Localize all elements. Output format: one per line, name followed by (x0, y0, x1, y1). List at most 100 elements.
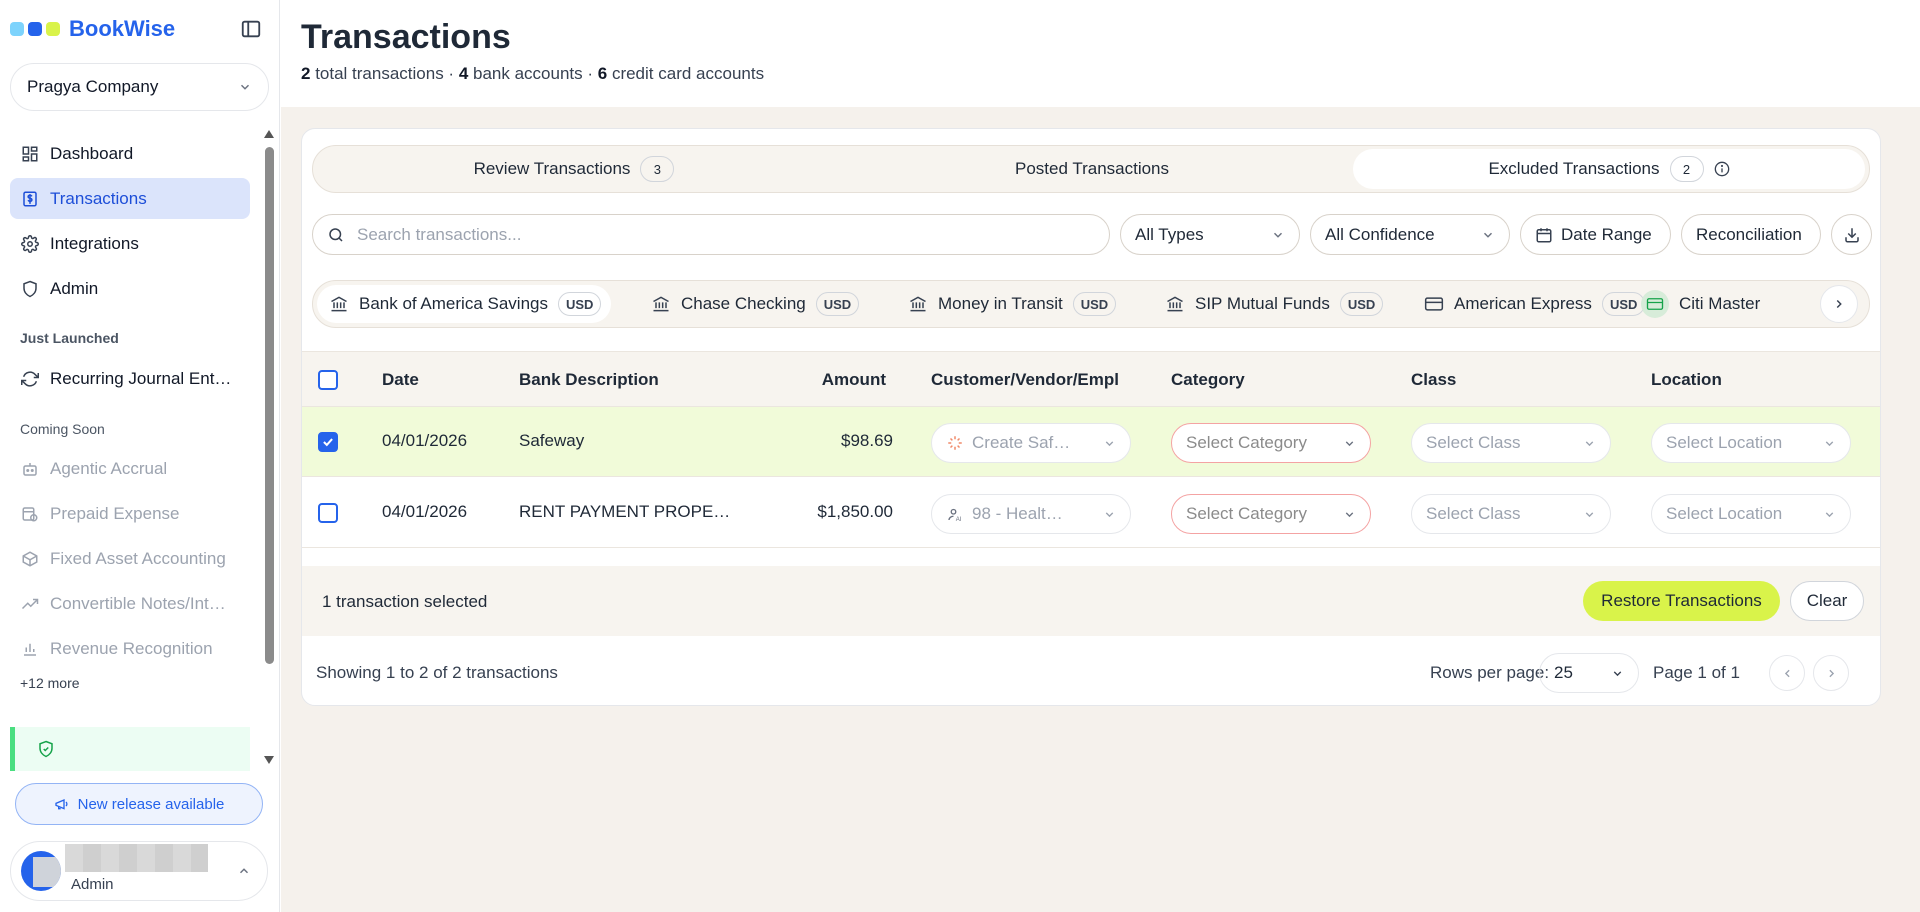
type-filter-select[interactable]: All Types (1120, 214, 1300, 255)
chevron-down-icon (1271, 228, 1285, 242)
credit-card-icon (1424, 294, 1444, 314)
rows-per-page-select[interactable]: 25 (1539, 653, 1639, 693)
type-filter-value: All Types (1135, 224, 1204, 244)
select-all-checkbox[interactable] (318, 370, 338, 390)
download-button[interactable] (1831, 214, 1872, 255)
gear-icon (20, 234, 40, 254)
trend-up-icon (20, 594, 40, 614)
currency-badge: USD (815, 292, 860, 316)
credit-card-icon (1641, 290, 1669, 318)
search-placeholder: Search transactions... (357, 224, 522, 244)
class-select[interactable]: Select Class (1411, 494, 1611, 534)
previous-page-button[interactable] (1769, 655, 1805, 691)
more-features-link[interactable]: +12 more (20, 675, 80, 691)
sidebar-item-recurring-journal[interactable]: Recurring Journal Ent… (10, 358, 250, 399)
sidebar-item-dashboard[interactable]: Dashboard (10, 133, 250, 174)
date-range-button[interactable]: Date Range (1520, 214, 1671, 255)
bar-chart-icon (20, 639, 40, 659)
category-select[interactable]: Select Category (1171, 494, 1371, 534)
rows-per-page-value: 25 (1554, 663, 1573, 682)
sidebar-item-integrations[interactable]: Integrations (10, 223, 250, 264)
confidence-filter-select[interactable]: All Confidence (1310, 214, 1510, 255)
account-tab-chase-checking[interactable]: Chase Checking USD (639, 285, 869, 323)
column-header-amount[interactable]: Amount (786, 370, 886, 390)
column-header-vendor[interactable]: Customer/Vendor/Empl (931, 370, 1125, 390)
row-checkbox[interactable] (318, 432, 338, 452)
page-title: Transactions (301, 18, 511, 56)
sidebar-toggle-icon[interactable] (240, 18, 264, 42)
account-tab-boa-savings[interactable]: Bank of America Savings USD (317, 285, 612, 323)
account-name: SIP Mutual Funds (1195, 294, 1330, 313)
column-header-category[interactable]: Category (1171, 370, 1245, 390)
bulk-action-bar: 1 transaction selected Restore Transacti… (302, 566, 1880, 636)
user-menu[interactable]: Admin (10, 841, 268, 901)
row-date: 04/01/2026 (382, 502, 468, 521)
chevron-down-icon (1343, 508, 1356, 521)
scroll-down-arrow[interactable] (264, 756, 274, 764)
sidebar-item-label: Integrations (50, 233, 139, 253)
account-tab-citi-master[interactable]: Citi Master (1629, 285, 1770, 323)
reconciliation-label: Reconciliation (1696, 224, 1802, 244)
location-select[interactable]: Select Location (1651, 423, 1851, 463)
app-logo[interactable]: BookWise (10, 14, 175, 44)
vendor-select[interactable]: AI 98 - Healt… (931, 494, 1131, 534)
chevron-down-icon (1823, 508, 1836, 521)
account-tab-sip-mutual-funds[interactable]: SIP Mutual Funds USD (1153, 285, 1393, 323)
row-checkbox[interactable] (318, 503, 338, 523)
page-indicator: Page 1 of 1 (1653, 663, 1740, 682)
calendar-icon (1535, 226, 1553, 244)
reconciliation-button[interactable]: Reconciliation (1681, 214, 1821, 255)
sidebar-scrollbar[interactable] (265, 147, 274, 664)
restore-transactions-button[interactable]: Restore Transactions (1583, 581, 1780, 621)
column-header-class[interactable]: Class (1411, 370, 1456, 390)
chevron-down-icon (1823, 437, 1836, 450)
vendor-select[interactable]: Create Saf… (931, 423, 1131, 463)
tab-posted-transactions[interactable]: Posted Transactions (835, 149, 1349, 189)
tab-review-transactions[interactable]: Review Transactions 3 (317, 149, 831, 189)
sidebar-item-label: Recurring Journal Ent… (50, 368, 232, 388)
table-header: Date Bank Description Amount Customer/Ve… (302, 351, 1880, 407)
location-select[interactable]: Select Location (1651, 494, 1851, 534)
row-amount: $1,850.00 (817, 502, 893, 521)
tab-label: Excluded Transactions (1488, 159, 1660, 178)
sidebar-item-admin[interactable]: Admin (10, 268, 250, 309)
row-description: RENT PAYMENT PROPE… (519, 502, 731, 521)
account-tab-money-in-transit[interactable]: Money in Transit USD (896, 285, 1126, 323)
sidebar-item-transactions[interactable]: Transactions (10, 178, 250, 219)
chevron-right-icon (1825, 667, 1838, 680)
chevron-up-icon (237, 864, 251, 878)
new-release-button[interactable]: New release available (15, 783, 263, 825)
scroll-up-arrow[interactable] (264, 130, 274, 138)
column-header-date[interactable]: Date (382, 370, 419, 390)
sidebar-item-fixed-asset: Fixed Asset Accounting (10, 538, 250, 579)
class-placeholder: Select Class (1426, 504, 1521, 523)
search-input[interactable]: Search transactions... (312, 214, 1110, 255)
account-tab-american-express[interactable]: American Express USD (1412, 285, 1655, 323)
location-placeholder: Select Location (1666, 504, 1783, 523)
info-icon[interactable] (1714, 161, 1730, 177)
main-content: Transactions 2 total transactions · 4 ba… (281, 0, 1920, 912)
vendor-value: 98 - Healt… (972, 504, 1063, 523)
column-header-description[interactable]: Bank Description (519, 370, 659, 390)
rows-per-page-label: Rows per page: (1430, 663, 1550, 682)
sidebar-item-label: Agentic Accrual (50, 458, 168, 478)
column-header-location[interactable]: Location (1651, 370, 1722, 390)
sparkle-icon (946, 434, 964, 452)
clear-selection-button[interactable]: Clear (1790, 581, 1864, 621)
svg-text:AI: AI (956, 517, 962, 523)
shield-check-icon (37, 740, 55, 758)
chevron-down-icon (1103, 508, 1116, 521)
table-row[interactable]: 04/01/2026 RENT PAYMENT PROPE… $1,850.00… (302, 478, 1880, 548)
avatar (21, 851, 61, 891)
section-label-coming-soon: Coming Soon (20, 421, 105, 437)
class-select[interactable]: Select Class (1411, 423, 1611, 463)
page-header: Transactions 2 total transactions · 4 ba… (281, 0, 1920, 107)
category-select[interactable]: Select Category (1171, 423, 1371, 463)
table-row[interactable]: 04/01/2026 Safeway $98.69 Create Saf… Se… (302, 407, 1880, 477)
tab-excluded-transactions[interactable]: Excluded Transactions 2 (1353, 149, 1865, 189)
chevron-right-icon[interactable] (1820, 285, 1858, 323)
card-count: 6 (597, 64, 608, 83)
company-select[interactable]: Pragya Company (10, 63, 269, 111)
next-page-button[interactable] (1813, 655, 1849, 691)
sidebar-item-label: Admin (50, 278, 99, 298)
